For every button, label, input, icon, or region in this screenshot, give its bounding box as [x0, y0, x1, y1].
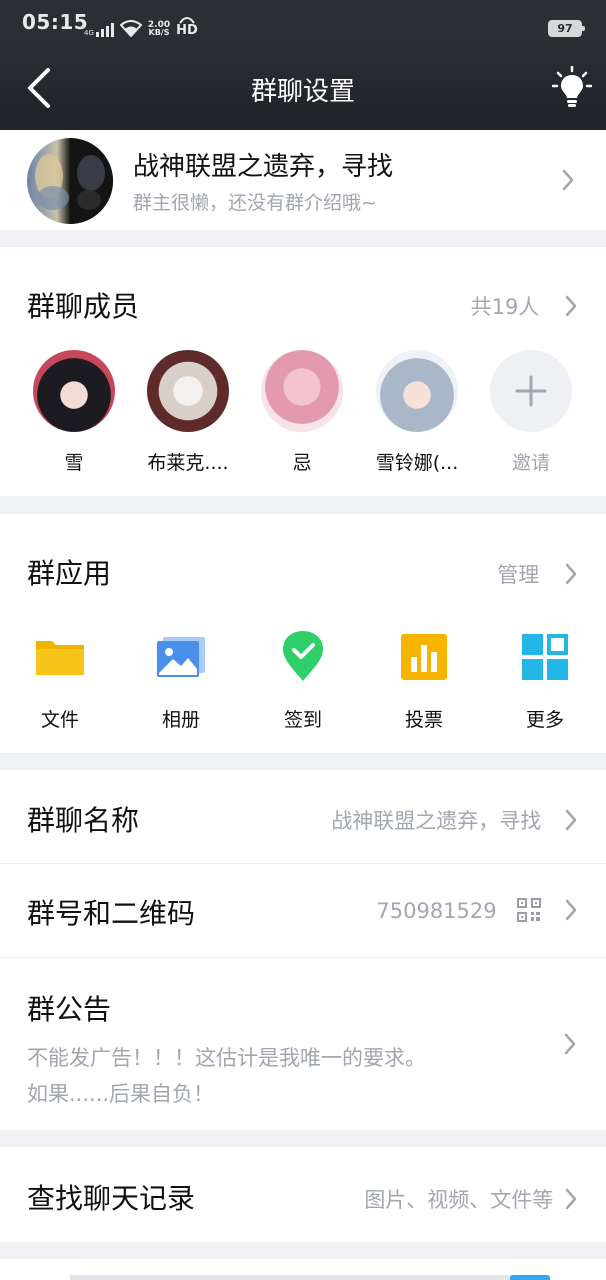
group-name-value: 战神联盟之遗弃，寻找 [331, 805, 578, 835]
members-section: 群聊成员 共19人 雪 布莱克.... 忌 雪铃娜(... 邀请 [0, 247, 606, 496]
search-history-label: 查找聊天记录 [27, 1182, 196, 1215]
group-avatar [27, 138, 113, 224]
group-id-value: 750981529 [376, 898, 578, 923]
announcement-label: 群公告 [27, 993, 112, 1026]
app-more[interactable]: 更多 [495, 631, 595, 732]
member-avatar [33, 350, 115, 432]
members-count-link[interactable]: 共19人 [471, 291, 578, 321]
apps-manage-link[interactable]: 管理 [497, 559, 578, 589]
group-id-number: 750981529 [376, 899, 497, 923]
lightbulb-icon [551, 65, 593, 107]
app-files[interactable]: 文件 [10, 631, 110, 732]
battery-indicator: 97 [548, 20, 585, 37]
hd-label: HD [176, 23, 198, 38]
app-label: 签到 [283, 709, 322, 731]
app-checkin[interactable]: 签到 [253, 631, 353, 732]
announcement-line-2: 如果......后果自负！ [27, 1082, 215, 1106]
wifi-icon [119, 20, 142, 37]
tips-button[interactable] [551, 65, 593, 108]
nav-bar: 群聊设置 [0, 44, 606, 130]
grid-icon [522, 634, 568, 680]
group-apps-section: 群应用 管理 文件 相册 签到 投票 更多 [0, 514, 606, 753]
members-title: 群聊成员 [27, 290, 140, 323]
member-name: 雪铃娜(... [375, 452, 459, 474]
network-speed: 2.00 KB/S [148, 21, 170, 37]
app-label: 文件 [40, 709, 79, 731]
chevron-right-icon [565, 563, 577, 585]
status-icons: 4G 2.00 KB/S HD [84, 15, 198, 37]
member-avatar [261, 350, 343, 432]
chevron-right-icon [563, 1033, 577, 1055]
network-type: 4G [84, 29, 94, 37]
next-section-partial [0, 1259, 606, 1280]
group-id-row[interactable]: 群号和二维码 750981529 [0, 864, 606, 957]
chevron-right-icon [565, 899, 577, 921]
settings-list: 群聊名称 战神联盟之遗弃，寻找 群号和二维码 750981529 群公告 不能发… [0, 770, 606, 1130]
app-vote[interactable]: 投票 [374, 631, 474, 732]
group-name: 战神联盟之遗弃，寻找 [133, 152, 394, 182]
status-time: 05:15 [22, 10, 89, 34]
announcement-line-1: 不能发广告！！！这估计是我唯一的要求。 [27, 1046, 426, 1070]
member-item[interactable]: 忌 [252, 350, 352, 475]
apps-manage: 管理 [497, 563, 540, 587]
partial-toggle [510, 1275, 550, 1280]
member-item[interactable]: 雪 [24, 350, 124, 475]
member-avatar [147, 350, 229, 432]
plus-icon [515, 375, 547, 407]
qr-code-icon [517, 898, 542, 922]
page-title: 群聊设置 [250, 77, 355, 107]
apps-title: 群应用 [27, 557, 112, 590]
invite-button[interactable]: 邀请 [481, 350, 581, 475]
partial-bar [70, 1275, 540, 1280]
group-name-text: 战神联盟之遗弃，寻找 [331, 809, 542, 833]
member-item[interactable]: 雪铃娜(... [367, 350, 467, 475]
search-history-row[interactable]: 查找聊天记录 图片、视频、文件等 [0, 1147, 606, 1242]
group-name-label: 群聊名称 [27, 804, 140, 837]
member-avatar [376, 350, 458, 432]
status-bar: 05:15 4G 2.00 KB/S HD 97 [0, 0, 606, 44]
group-header[interactable]: 战神联盟之遗弃，寻找 群主很懒，还没有群介绍哦~ [0, 130, 606, 230]
app-label: 相册 [161, 709, 200, 731]
chevron-right-icon [565, 295, 577, 317]
group-name-row[interactable]: 群聊名称 战神联盟之遗弃，寻找 [0, 770, 606, 863]
member-name: 忌 [292, 452, 312, 474]
announcement-row[interactable]: 群公告 不能发广告！！！这估计是我唯一的要求。 如果......后果自负！ [0, 958, 606, 1130]
signal-icon [95, 23, 114, 37]
chevron-right-icon [565, 1188, 577, 1210]
group-intro: 群主很懒，还没有群介绍哦~ [133, 192, 377, 214]
checkin-icon [283, 631, 323, 681]
members-count: 共19人 [470, 295, 540, 319]
album-icon [157, 637, 205, 677]
app-album[interactable]: 相册 [131, 631, 231, 732]
vote-icon [401, 634, 447, 680]
invite-avatar [490, 350, 572, 432]
search-history-value: 图片、视频、文件等 [364, 1184, 578, 1214]
group-id-label: 群号和二维码 [27, 897, 196, 930]
search-history-hint: 图片、视频、文件等 [364, 1188, 554, 1212]
app-label: 投票 [404, 709, 443, 731]
chevron-right-icon [561, 169, 575, 191]
group-avatar-art [35, 138, 113, 224]
chevron-right-icon [565, 809, 577, 831]
member-name: 雪 [64, 452, 84, 474]
invite-label: 邀请 [511, 452, 550, 474]
folder-icon [36, 641, 84, 675]
member-name: 布莱克.... [147, 452, 229, 474]
speed-unit: KB/S [148, 28, 170, 37]
member-item[interactable]: 布莱克.... [138, 350, 238, 475]
app-label: 更多 [525, 709, 564, 731]
